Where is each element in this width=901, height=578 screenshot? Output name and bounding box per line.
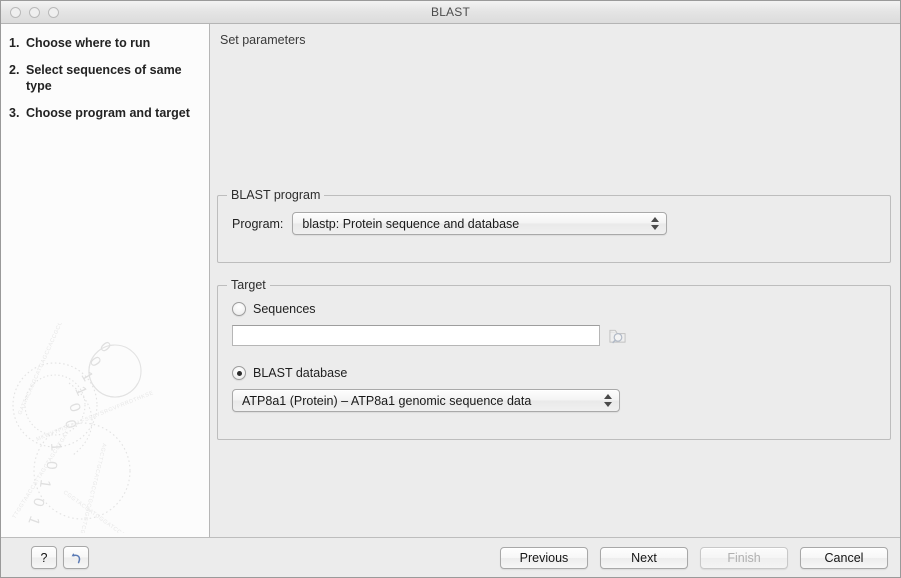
blast-database-select-value: ATP8a1 (Protein) – ATP8a1 genomic sequen… [242,394,531,408]
svg-text:MKWVTFISLLLLFSSAYSRGVFRRDTHKSE: MKWVTFISLLLLFSSAYSRGVFRRDTHKSE [36,390,155,443]
blast-database-select[interactable]: ATP8a1 (Protein) – ATP8a1 genomic sequen… [232,389,620,412]
svg-text:TTGGTAACCATTAGCTAGCCTGAT: TTGGTAACCATTAGCTAGCCTGAT [12,430,71,520]
sequences-radio-label: Sequences [253,302,316,316]
chevron-updown-icon [603,390,612,411]
svg-text:GATTACAGGCATGAGCCACCGCGCCCGGCC: GATTACAGGCATGAGCCACCGCGCCCGGCC [17,323,77,416]
step-3-number: 3. [9,105,26,121]
blast-program-group-title: BLAST program [227,188,324,202]
svg-text:1: 1 [71,384,90,399]
wizard-steps-sidebar: 1. Choose where to run 2. Select sequenc… [1,24,210,537]
title-bar: BLAST [1,1,900,24]
panel-heading: Set parameters [220,33,891,51]
svg-text:0: 0 [96,338,114,356]
svg-text:0: 0 [29,496,48,508]
sequences-field-row [232,325,878,346]
blast-wizard-window: BLAST 1. Choose where to run 2. Select s… [0,0,901,578]
blast-database-radio-row[interactable]: BLAST database [232,366,878,380]
step-2-number: 2. [9,62,26,94]
sidebar-step-2[interactable]: 2. Select sequences of same type [9,62,199,94]
svg-text:0: 0 [86,353,105,370]
program-select[interactable]: blastp: Protein sequence and database [292,212,667,235]
svg-text:0: 0 [61,418,79,430]
blast-database-radio-button[interactable] [232,366,246,380]
footer-left-buttons: ? [31,546,89,569]
svg-text:0: 0 [43,461,60,470]
folder-search-icon[interactable] [608,327,627,345]
sidebar-step-3[interactable]: 3. Choose program and target [9,105,199,121]
previous-button[interactable]: Previous [500,547,588,569]
parameters-panel: Set parameters BLAST program Program: bl… [210,24,900,537]
finish-button: Finish [700,547,788,569]
step-1-number: 1. [9,35,26,51]
step-2-label: Select sequences of same type [26,62,199,94]
database-select-row: ATP8a1 (Protein) – ATP8a1 genomic sequen… [232,389,878,412]
sequences-radio-row[interactable]: Sequences [232,302,878,316]
sequences-input[interactable] [232,325,600,346]
help-button[interactable]: ? [31,546,57,569]
chevron-updown-icon [650,213,659,234]
sequences-radio-button[interactable] [232,302,246,316]
svg-text:1: 1 [47,442,65,452]
window-controls [1,7,59,18]
target-group-title: Target [227,278,270,292]
svg-text:1: 1 [78,369,97,385]
step-3-label: Choose program and target [26,105,199,121]
blast-database-radio-label: BLAST database [253,366,347,380]
step-1-label: Choose where to run [26,35,199,51]
program-label: Program: [232,217,283,231]
blast-program-group: BLAST program Program: blastp: Protein s… [217,195,891,263]
svg-text:CGGTACGATCGGATCCAATTGCGATCAGGT: CGGTACGATCGGATCCAATTGCGATCAGGT [62,490,172,533]
target-group: Target Sequences [217,285,891,440]
minimize-button[interactable] [29,7,40,18]
svg-text:1: 1 [24,514,43,528]
next-button[interactable]: Next [600,547,688,569]
svg-text:0: 0 [65,401,84,414]
undo-arrow-icon [69,550,84,565]
program-select-value: blastp: Protein sequence and database [302,217,519,231]
zoom-button[interactable] [48,7,59,18]
dialog-body: 1. Choose where to run 2. Select sequenc… [1,24,900,537]
svg-text:AGCTTGCATGCCTGCAGGTCGACTCTAGAG: AGCTTGCATGCCTGCAGGTCGACTCTAGAG [69,443,107,533]
svg-text:1: 1 [36,478,54,489]
footer-right-buttons: Previous Next Finish Cancel [500,547,888,569]
close-button[interactable] [10,7,21,18]
dialog-footer: ? Previous Next Finish Cancel [1,537,900,577]
program-row: Program: blastp: Protein sequence and da… [232,212,878,235]
binary-spiral-watermark-icon: 0 0 1 1 0 0 1 0 1 0 1 GATTACAGGCATGAGCCA… [7,323,187,533]
window-title: BLAST [1,5,900,19]
sidebar-step-1[interactable]: 1. Choose where to run [9,35,199,51]
reset-button[interactable] [63,546,89,569]
cancel-button[interactable]: Cancel [800,547,888,569]
